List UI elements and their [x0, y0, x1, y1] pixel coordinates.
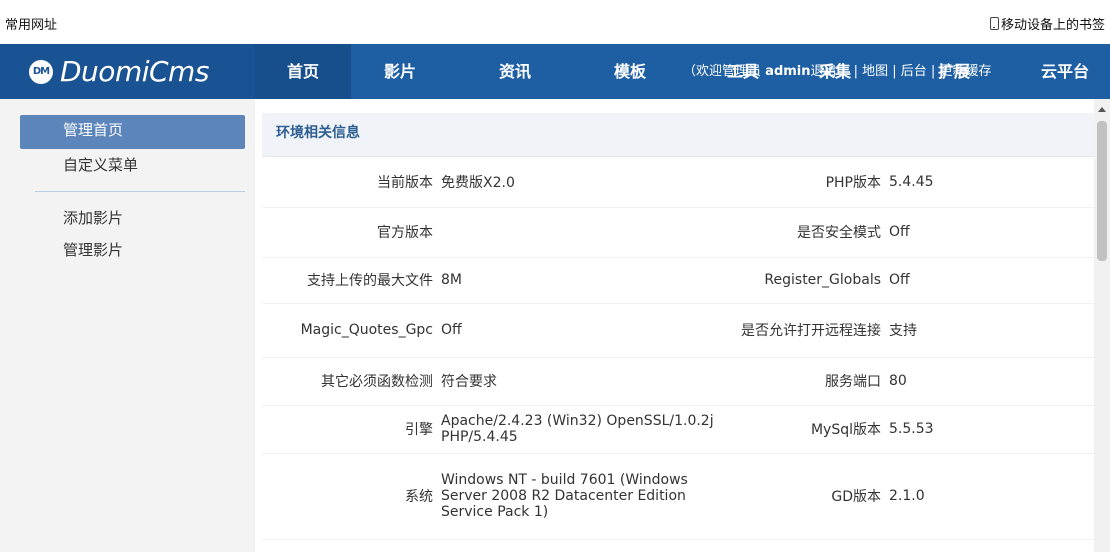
- bookmarks-bar: 常用网址 移动设备上的书签: [0, 0, 1110, 44]
- nav-news[interactable]: 资讯: [485, 44, 545, 99]
- main-content: 环境相关信息 当前版本 免费版X2.0 PHP版本 5.4.45 官方版本 是否…: [255, 99, 1110, 552]
- table-row: 官方版本 是否安全模式 Off: [262, 207, 1094, 258]
- user-name: admin: [765, 64, 811, 79]
- bookmark-mobile-label: 移动设备上的书签: [1000, 18, 1105, 33]
- phone-icon: [989, 17, 999, 30]
- nav-extend[interactable]: 扩展: [938, 44, 970, 99]
- row-key: 服务端口: [726, 357, 887, 406]
- sidebar-item-admin-home[interactable]: 管理首页: [20, 115, 245, 149]
- row-key: MySql版本: [726, 405, 887, 454]
- sidebar-divider: [35, 191, 245, 192]
- row-value: Windows NT - build 7601 (Windows Server …: [439, 453, 726, 540]
- row-key: 引擎: [262, 405, 439, 454]
- row-key: 其它必须函数检测: [262, 357, 439, 406]
- user-bar-prefix: （欢迎: [683, 64, 723, 79]
- nav-cloud[interactable]: 云平台: [1041, 44, 1089, 99]
- logo[interactable]: DM DuomiCms: [0, 44, 255, 99]
- nav-tools[interactable]: 工具: [727, 44, 759, 99]
- nav-templates[interactable]: 模板: [600, 44, 660, 99]
- scrollbar[interactable]: [1094, 99, 1110, 552]
- row-value: [439, 207, 726, 258]
- logo-badge-icon: DM: [29, 60, 53, 84]
- row-key: GD版本: [726, 453, 887, 540]
- bookmark-common-sites[interactable]: 常用网址: [5, 14, 57, 33]
- row-value: 免费版X2.0: [439, 157, 726, 208]
- row-value: Off: [887, 257, 1094, 304]
- scroll-thumb[interactable]: [1097, 121, 1107, 261]
- row-value: Off: [439, 303, 726, 358]
- env-info-table: 当前版本 免费版X2.0 PHP版本 5.4.45 官方版本 是否安全模式 Of…: [262, 157, 1094, 540]
- env-info-panel: 环境相关信息 当前版本 免费版X2.0 PHP版本 5.4.45 官方版本 是否…: [262, 113, 1094, 552]
- table-row: 引擎 Apache/2.4.23 (Win32) OpenSSL/1.0.2j …: [262, 405, 1094, 454]
- scroll-up-arrow-icon[interactable]: [1098, 107, 1106, 112]
- row-key: 支持上传的最大文件: [262, 257, 439, 304]
- table-row: 支持上传的最大文件 8M Register_Globals Off: [262, 257, 1094, 304]
- sidebar: 管理首页 自定义菜单 添加影片 管理影片: [0, 99, 255, 552]
- row-key: 官方版本: [262, 207, 439, 258]
- row-key: PHP版本: [726, 157, 887, 208]
- row-value: 5.4.45: [887, 157, 1094, 208]
- row-value: 5.5.53: [887, 405, 1094, 454]
- row-key: 系统: [262, 453, 439, 540]
- nav-home[interactable]: 首页: [255, 44, 351, 99]
- row-value: 符合要求: [439, 357, 726, 406]
- row-value: 80: [887, 357, 1094, 406]
- table-row: 系统 Windows NT - build 7601 (Windows Serv…: [262, 453, 1094, 540]
- sidebar-item-custom-menu[interactable]: 自定义菜单: [20, 150, 245, 184]
- sidebar-item-add-film[interactable]: 添加影片: [20, 203, 245, 237]
- table-row: 其它必须函数检测 符合要求 服务端口 80: [262, 357, 1094, 406]
- row-key: 当前版本: [262, 157, 439, 208]
- row-value: Apache/2.4.23 (Win32) OpenSSL/1.0.2j PHP…: [439, 405, 726, 454]
- logo-text: DuomiCms: [60, 55, 209, 88]
- row-key: 是否安全模式: [726, 207, 887, 258]
- row-value: 8M: [439, 257, 726, 304]
- row-key: Magic_Quotes_Gpc: [262, 303, 439, 358]
- panel-title: 环境相关信息: [262, 113, 1094, 157]
- sidebar-item-manage-films[interactable]: 管理影片: [20, 235, 245, 269]
- table-row: Magic_Quotes_Gpc Off 是否允许打开远程连接 支持: [262, 303, 1094, 358]
- bookmark-mobile[interactable]: 移动设备上的书签: [989, 14, 1105, 33]
- row-value: Off: [887, 207, 1094, 258]
- top-nav: DM DuomiCms 首页 影片 资讯 模板 （欢迎管理员 admin退出 ）…: [0, 44, 1110, 99]
- nav-films[interactable]: 影片: [370, 44, 430, 99]
- table-row: 当前版本 免费版X2.0 PHP版本 5.4.45: [262, 157, 1094, 208]
- row-value: 支持: [887, 303, 1094, 358]
- row-key: 是否允许打开远程连接: [726, 303, 887, 358]
- nav-collect[interactable]: 采集: [819, 44, 851, 99]
- row-value: 2.1.0: [887, 453, 1094, 540]
- row-key: Register_Globals: [726, 257, 887, 304]
